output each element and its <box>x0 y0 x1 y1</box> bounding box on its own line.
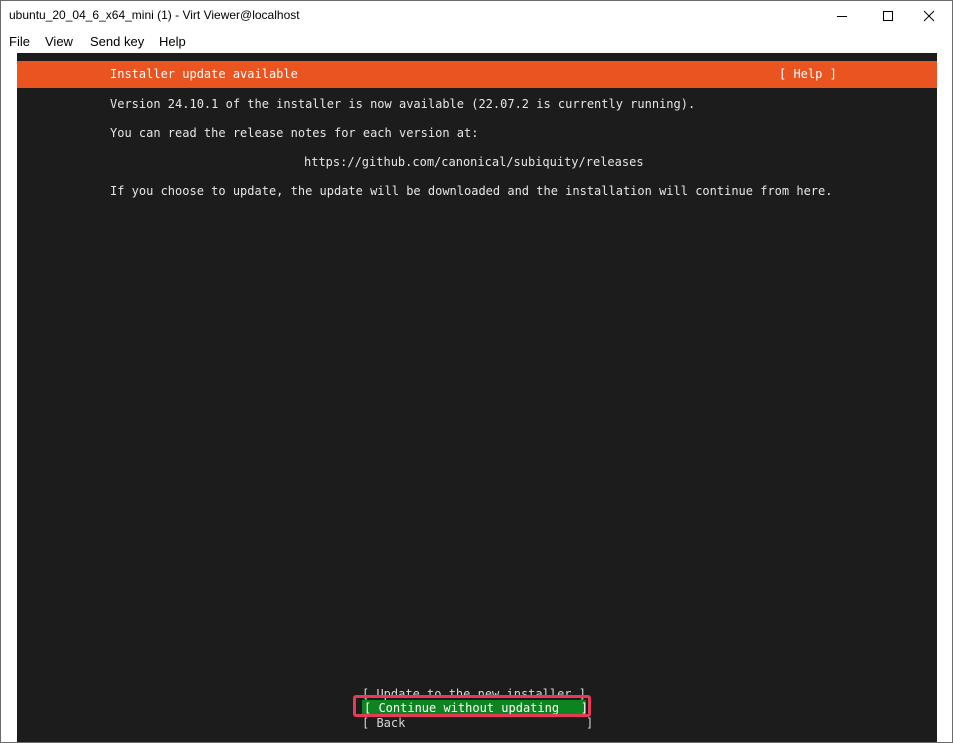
menu-view[interactable]: View <box>45 34 73 49</box>
update-installer-button[interactable]: [ Update to the new installer ] <box>362 687 586 701</box>
guest-console[interactable]: Installer update available [ Help ] Vers… <box>17 53 937 742</box>
minimize-button[interactable] <box>819 1 865 30</box>
release-notes-message: You can read the release notes for each … <box>110 126 479 140</box>
maximize-button[interactable] <box>865 1 911 30</box>
continue-without-updating-label: [ Continue without updating ] <box>364 701 588 715</box>
help-button[interactable]: [ Help ] <box>779 67 837 81</box>
installer-header-title: Installer update available <box>110 67 298 81</box>
menu-bar: File View Send key Help <box>1 30 952 52</box>
virt-viewer-window: ubuntu_20_04_6_x64_mini (1) - Virt Viewe… <box>0 0 953 743</box>
menu-help[interactable]: Help <box>159 34 186 49</box>
continue-without-updating-button[interactable]: [ Continue without updating ] <box>362 700 588 716</box>
window-title: ubuntu_20_04_6_x64_mini (1) - Virt Viewe… <box>9 8 300 22</box>
maximize-icon <box>883 10 893 21</box>
back-button[interactable]: [ Back ] <box>362 716 593 730</box>
release-notes-url: https://github.com/canonical/subiquity/r… <box>304 155 644 169</box>
update-explanation: If you choose to update, the update will… <box>110 184 833 198</box>
title-bar[interactable]: ubuntu_20_04_6_x64_mini (1) - Virt Viewe… <box>1 1 952 30</box>
installer-header: Installer update available [ Help ] <box>17 61 937 88</box>
version-message: Version 24.10.1 of the installer is now … <box>110 97 696 111</box>
minimize-icon <box>837 15 847 17</box>
menu-send-key[interactable]: Send key <box>90 34 144 49</box>
close-button[interactable] <box>906 1 952 30</box>
close-icon <box>923 10 935 21</box>
menu-file[interactable]: File <box>9 34 30 49</box>
